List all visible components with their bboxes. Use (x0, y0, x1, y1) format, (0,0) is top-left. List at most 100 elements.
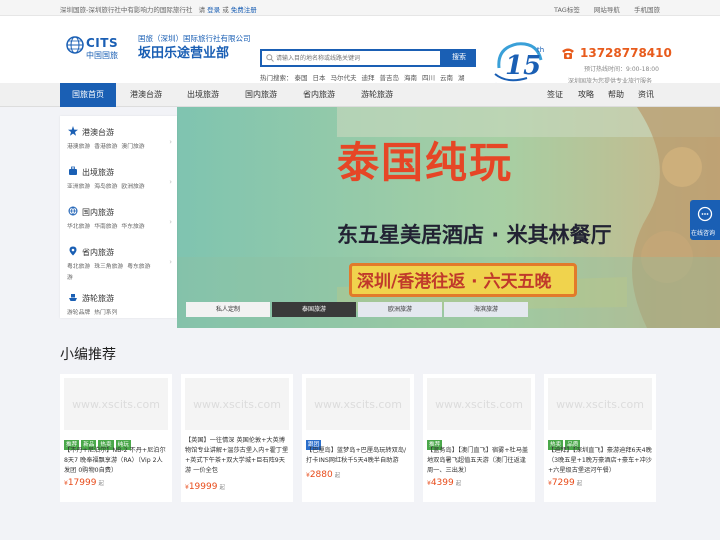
category-link[interactable]: 华南旅游 (94, 224, 117, 230)
category-link[interactable]: 粤北旅游 (67, 264, 90, 270)
search-icon (266, 54, 274, 62)
banner-tab[interactable]: 欧洲旅游 (358, 302, 442, 317)
tag-link[interactable]: TAG标签 (554, 6, 580, 14)
category-links: 亚洲旅游 海岛旅游 欧洲旅游 (67, 182, 167, 193)
category-link[interactable]: 粤东旅游 (127, 264, 150, 270)
category-title: 国内旅游 (82, 208, 114, 217)
product-price: ¥4399 起 (427, 478, 461, 488)
main-nav: 国旅首页 港澳台游 出境旅游 国内旅游 省内旅游 游轮旅游 签证 攻略 帮助 资… (0, 83, 720, 107)
price-value: 19999 (188, 482, 218, 492)
category-outbound[interactable]: 出境旅游 亚洲旅游 海岛旅游 欧洲旅游 › (60, 158, 177, 198)
product-card[interactable]: www.xscits.com 热卖 品质 【迪拜】【深圳直飞】豪游迪拜6天4晚（3… (544, 374, 656, 502)
or-text: 或 (222, 6, 229, 14)
category-link[interactable]: 海岛旅游 (94, 184, 117, 190)
product-card[interactable]: www.xscits.com 推荐 【蓝务岛】【澳门直飞】宿雾+杜马盖地双岛暑飞… (423, 374, 535, 502)
anniversary-15-icon: 15 th (494, 42, 544, 82)
category-link[interactable]: 热门系列 (94, 310, 117, 316)
hot-term[interactable]: 日本 (313, 74, 326, 82)
category-links: 港澳旅游 香港旅游 澳门旅游 (67, 142, 167, 153)
please-text: 请 (198, 6, 206, 14)
pin-icon (69, 246, 77, 256)
section-title: 小编推荐 (60, 347, 116, 363)
search-button[interactable]: 搜索 (442, 49, 476, 67)
category-link[interactable]: 澳门旅游 (121, 144, 144, 150)
category-link[interactable]: 亚洲旅游 (67, 184, 90, 190)
category-link[interactable]: 华东旅游 (121, 224, 144, 230)
nav-news[interactable]: 资讯 (632, 83, 660, 107)
nav-home[interactable]: 国旅首页 (60, 83, 116, 107)
product-title[interactable]: 【英国】一往情深 英国伦敦+大英博物馆专业讲解+温莎古堡入内+霍丁堡+英式下午茶… (185, 436, 289, 476)
tag-list: 推荐 (427, 431, 444, 450)
hot-term[interactable]: 迪拜 (362, 74, 375, 82)
top-bar-left: 深圳国旅-深圳旅行社中有影响力的国际旅行社 请 登录 或 免费注册 (60, 4, 257, 14)
category-title: 港澳台游 (82, 128, 114, 137)
product-title[interactable]: 【不丹+尼泊尔】NB-2 不丹+尼泊尔8天7 晚奉福飘享游（RA）（Vip 2人… (64, 446, 168, 476)
hot-term[interactable]: 泰国 (295, 74, 308, 82)
product-price: ¥17999 起 (64, 478, 104, 488)
hot-term[interactable]: 云南 (440, 74, 453, 82)
banner-tab[interactable]: 私人定制 (186, 302, 270, 317)
category-province[interactable]: 省内旅游 粤北旅游 珠三角旅游 粤东旅游游 › (60, 238, 177, 281)
category-link[interactable]: 香港旅游 (94, 144, 117, 150)
suitcase-icon (69, 166, 77, 175)
hot-term[interactable]: 四川 (422, 74, 435, 82)
category-link[interactable]: 港澳旅游 (67, 144, 90, 150)
nav-domestic[interactable]: 国内旅游 (234, 83, 288, 107)
hotline-number[interactable]: 13728778410 (580, 46, 672, 60)
nav-help[interactable]: 帮助 (602, 83, 630, 107)
search-box (260, 49, 442, 67)
product-card[interactable]: www.xscits.com 【英国】一往情深 英国伦敦+大英博物馆专业讲解+温… (181, 374, 293, 502)
logo-cn: 中国国旅 (86, 51, 118, 60)
globe-icon (66, 36, 84, 54)
banner-headline: 泰国纯玩 (337, 138, 514, 187)
phone-icon (562, 48, 574, 59)
price-suffix: 起 (455, 481, 462, 487)
category-link[interactable]: 欧洲旅游 (121, 184, 144, 190)
category-links: 游轮品牌 热门系列 (67, 308, 167, 319)
product-card[interactable]: www.xscits.com 推荐 新品 热卖 纯玩 【不丹+尼泊尔】NB-2 不丹+… (60, 374, 172, 502)
category-hkmacau[interactable]: 港澳台游 港澳旅游 香港旅游 澳门旅游 › (60, 118, 177, 158)
watermark: www.xscits.com (435, 398, 523, 411)
login-link[interactable]: 登录 (207, 6, 220, 14)
banner-tab-active[interactable]: 泰国旅游 (272, 302, 356, 317)
sitemap-link[interactable]: 网站导航 (594, 6, 620, 14)
hot-term[interactable]: 海南 (404, 74, 417, 82)
product-price: ¥7299 起 (548, 478, 582, 488)
chevron-right-icon: › (169, 178, 172, 186)
price-value: 2880 (309, 470, 333, 480)
product-title[interactable]: 【迪拜】【深圳直飞】豪游迪拜6天4晚（3晚五星+1晚万豪酒店+豪车+冲沙+六星级… (548, 446, 652, 476)
price-suffix: 起 (576, 481, 583, 487)
nav-cruise[interactable]: 游轮旅游 (350, 83, 404, 107)
search-input[interactable] (276, 52, 436, 65)
online-service-button[interactable]: 在线咨询 (690, 200, 720, 240)
chat-icon (697, 206, 713, 222)
banner-tab[interactable]: 海滨旅游 (444, 302, 528, 317)
category-link[interactable]: 游 (67, 275, 73, 281)
nav-outbound[interactable]: 出境旅游 (176, 83, 230, 107)
nav-visa[interactable]: 签证 (540, 83, 570, 107)
category-panel: 港澳台游 港澳旅游 香港旅游 澳门旅游 › 出境旅游 亚洲旅游 海岛旅游 欧洲旅游 › … (60, 116, 177, 318)
hero-banner[interactable]: 泰国纯玩 东五星美居酒店 · 米其林餐厅 深圳/香港往返 · 六天五晚 (177, 107, 720, 328)
category-cruise[interactable]: 游轮旅游 游轮品牌 热门系列 (60, 284, 177, 324)
category-links: 粤北旅游 珠三角旅游 粤东旅游游 (67, 262, 167, 284)
category-links: 华北旅游 华南旅游 华东旅游 (67, 222, 167, 233)
watermark: www.xscits.com (556, 398, 644, 411)
category-link[interactable]: 珠三角旅游 (94, 264, 123, 270)
header: CITS 中国国旅 国旅（深圳）国际旅行社有限公司 坂田乐途营业部 搜索 热门搜… (0, 16, 720, 104)
category-link[interactable]: 游轮品牌 (67, 310, 90, 316)
hotline-hours: 预订热线时间：9:00-18:00 (584, 66, 659, 73)
nav-guide[interactable]: 攻略 (572, 83, 600, 107)
category-link[interactable]: 华北旅游 (67, 224, 90, 230)
hot-term[interactable]: 普吉岛 (380, 74, 400, 82)
site-logo[interactable]: CITS 中国国旅 国旅（深圳）国际旅行社有限公司 坂田乐途营业部 (64, 34, 251, 80)
category-domestic[interactable]: 国内旅游 华北旅游 华南旅游 华东旅游 › (60, 198, 177, 238)
register-link[interactable]: 免费注册 (231, 6, 257, 14)
top-bar: 深圳国旅-深圳旅行社中有影响力的国际旅行社 请 登录 或 免费注册 TAG标签 … (0, 0, 720, 16)
mobile-link[interactable]: 手机国旅 (634, 6, 660, 14)
product-card[interactable]: www.xscits.com 跟团 【巴厘岛】蓝梦岛+巴厘岛玩转双岛/打卡INS… (302, 374, 414, 502)
nav-province[interactable]: 省内旅游 (292, 83, 346, 107)
product-title[interactable]: 【蓝务岛】【澳门直飞】宿雾+杜马盖地双岛暑飞超值五天游（澳门往返逢周一、三出发） (427, 446, 531, 476)
hot-term[interactable]: 马尔代夫 (331, 74, 357, 82)
branch-name: 坂田乐途营业部 (138, 46, 230, 61)
nav-hkmacau[interactable]: 港澳台游 (120, 83, 172, 107)
